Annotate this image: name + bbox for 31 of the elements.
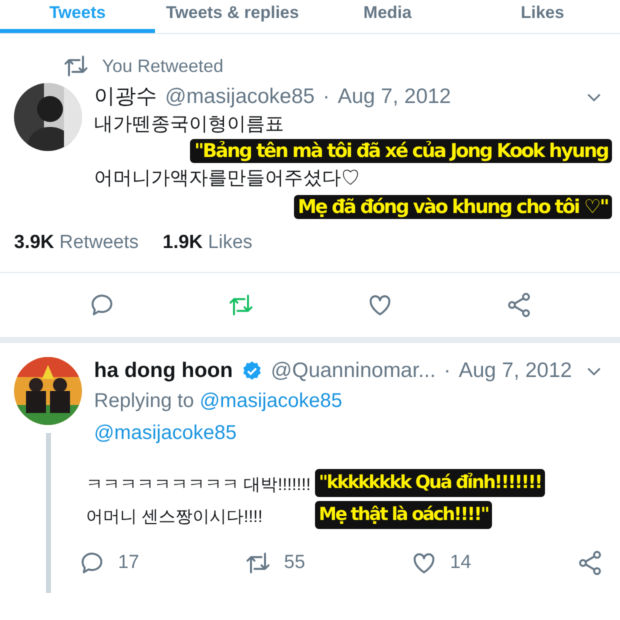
- translation-caption: Mẹ thật là oách!!!!": [314, 500, 492, 528]
- tweet-text: ㅋㅋㅋㅋㅋㅋㅋㅋㅋ 대박!!!!!!!: [86, 474, 311, 496]
- mention-link[interactable]: @masijacoke85: [94, 422, 237, 444]
- translation-caption: Mẹ đã đóng vào khung cho tôi ♡": [294, 195, 612, 219]
- share-button[interactable]: [576, 548, 604, 577]
- retweet-notice: You Retweeted: [102, 54, 224, 78]
- separator-dot: ·: [444, 358, 451, 384]
- stat-count[interactable]: 1.9K Likes: [162, 229, 252, 258]
- profile-tab[interactable]: Tweets: [0, 0, 155, 33]
- author-handle[interactable]: @Quanninomar...: [270, 356, 436, 384]
- author-name[interactable]: 이광수: [94, 83, 157, 111]
- separator-dot: ·: [322, 84, 330, 110]
- translation-caption: "kkkkkkkk Quá đỉnh!!!!!!!: [314, 468, 546, 496]
- translation-caption: "Bảng tên mà tôi đã xé của Jong Kook hyung: [190, 139, 612, 163]
- reply-button[interactable]: 17: [78, 548, 140, 577]
- stat-count[interactable]: 3.9K Retweets: [14, 229, 139, 258]
- like-button[interactable]: 14: [410, 548, 472, 577]
- tweet-text: 어머니가액자를만들어주셨다♡: [94, 167, 361, 191]
- author-name[interactable]: ha dong hoon: [94, 356, 233, 384]
- replying-label: Replying to: [94, 390, 194, 412]
- tweet-date: Aug 7, 2012: [458, 358, 572, 384]
- tweet-text: 어머니 센스짱이시다!!!!: [86, 506, 264, 528]
- profile-tab[interactable]: Media: [310, 0, 465, 33]
- profile-tab[interactable]: Tweets & replies: [155, 0, 310, 33]
- mention-link[interactable]: @masijacoke85: [200, 390, 342, 412]
- author-handle[interactable]: @masijacoke85: [165, 83, 315, 111]
- tweet-date: Aug 7, 2012: [338, 84, 451, 110]
- retweet-button[interactable]: 55: [244, 548, 306, 577]
- profile-tab[interactable]: Likes: [465, 0, 620, 33]
- share-icon: [576, 548, 604, 577]
- tweet-text: 내가뗀종국이형이름표: [94, 113, 285, 137]
